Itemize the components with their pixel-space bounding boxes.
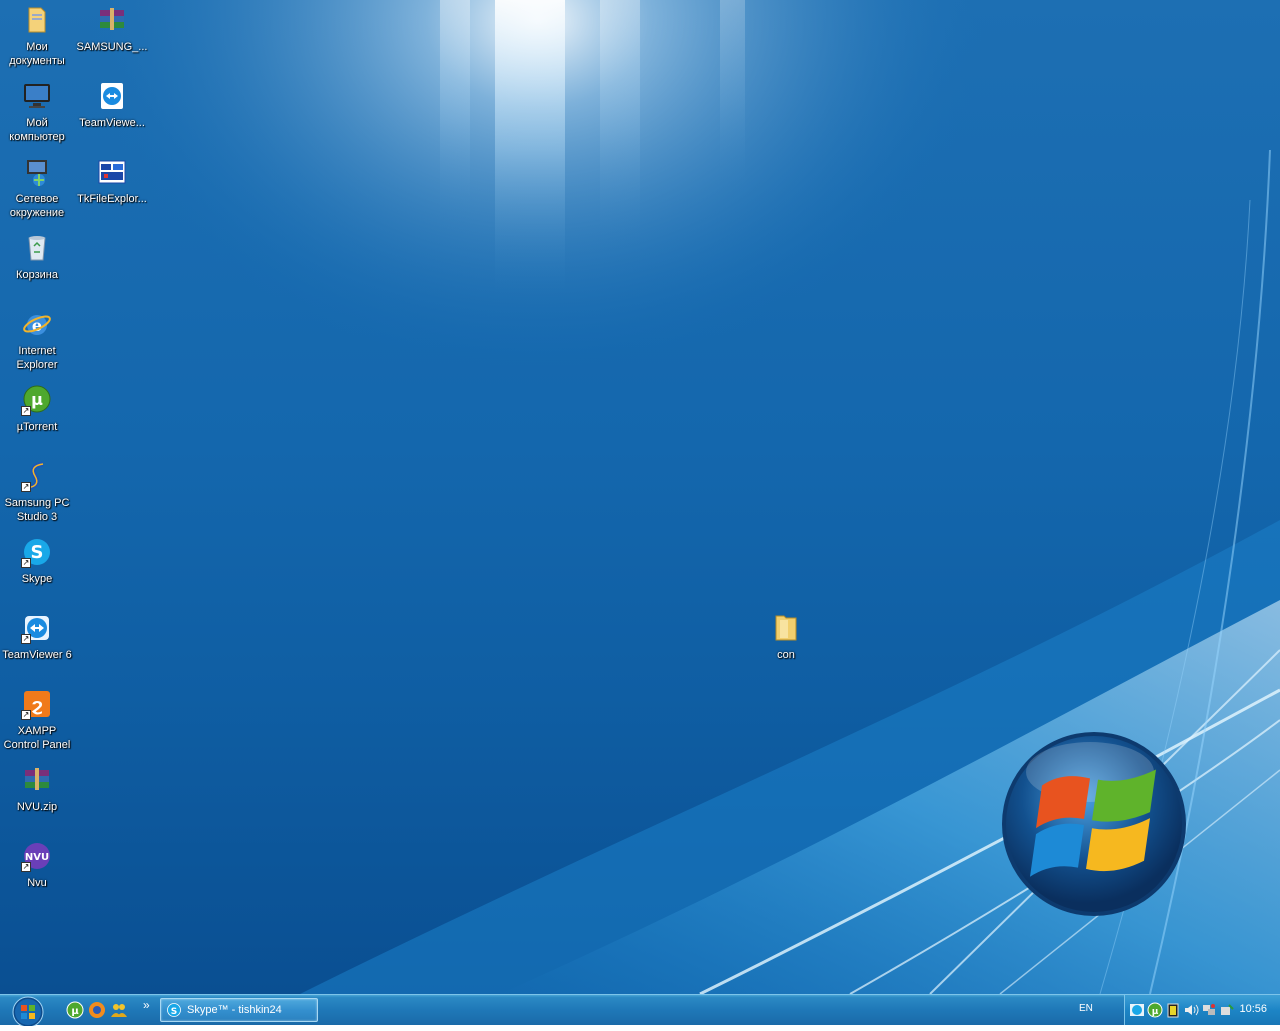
desktop-icon-label: Nvu	[27, 877, 47, 889]
taskbar-item-label: Skype™ - tishkin24	[187, 1004, 282, 1016]
desktop-icon-internet-explorer[interactable]: e Internet Explorer	[0, 308, 75, 372]
desktop-icon-teamviewer-file[interactable]: TeamViewe...	[74, 80, 150, 130]
folder-documents-icon	[21, 4, 53, 36]
desktop-icon-label: Мой компьютер	[9, 117, 65, 143]
skype-icon: S ↗	[21, 536, 53, 568]
xampp-icon: ϩ ↗	[21, 688, 53, 720]
nvu-icon: NVU ↗	[21, 840, 53, 872]
skype-icon: S	[167, 1003, 181, 1017]
desktop-icon-recycle-bin[interactable]: Корзина	[0, 232, 75, 282]
teamviewer-icon: ↗	[21, 612, 53, 644]
system-tray: µ 10:56	[1124, 995, 1280, 1025]
shortcut-arrow-icon: ↗	[21, 634, 31, 644]
desktop-icon-label: Сетевое окружение	[9, 193, 65, 219]
desktop-icon-label: Мои документы	[9, 41, 65, 67]
shortcut-arrow-icon: ↗	[21, 862, 31, 872]
svg-text:µ: µ	[71, 1006, 79, 1017]
skype-tray-icon[interactable]	[1129, 1002, 1145, 1018]
winrar-archive-icon	[21, 764, 53, 796]
winrar-archive-icon	[96, 4, 128, 36]
desktop-icon-label: TkFileExplor...	[77, 193, 147, 205]
desktop-icon-network[interactable]: Сетевое окружение	[0, 156, 75, 220]
firefox-icon[interactable]	[88, 1001, 106, 1019]
desktop-icon-my-documents[interactable]: Мои документы	[0, 4, 75, 68]
desktop-icon-samsung-pc-studio[interactable]: ↗ Samsung PC Studio 3	[0, 460, 75, 524]
desktop-icon-my-computer[interactable]: Мой компьютер	[0, 80, 75, 144]
utorrent-icon: µ ↗	[21, 384, 53, 416]
taskbar-item-skype[interactable]: S Skype™ - tishkin24	[160, 998, 318, 1022]
desktop-icon-label: Корзина	[16, 269, 58, 281]
desktop-icon-samsung-archive[interactable]: SAMSUNG_...	[74, 4, 150, 54]
folder-icon	[770, 612, 802, 644]
svg-text:µ: µ	[1152, 1007, 1159, 1017]
desktop-icon-con-folder[interactable]: con	[748, 612, 824, 662]
desktop-icon-label: Skype	[21, 573, 53, 585]
shortcut-arrow-icon: ↗	[21, 710, 31, 720]
desktop-icon-label: Samsung PC Studio 3	[4, 497, 70, 523]
desktop-icon-xampp[interactable]: ϩ ↗ XAMPP Control Panel	[0, 688, 75, 752]
desktop-icon-label: XAMPP Control Panel	[3, 725, 71, 751]
desktop-icon-teamviewer6[interactable]: ↗ TeamViewer 6	[0, 612, 75, 662]
desktop-icon-label: TeamViewer 6	[2, 649, 72, 661]
quick-launch-chevron[interactable]: »	[143, 998, 150, 1012]
wallpaper	[0, 0, 1280, 994]
teamviewer-icon	[96, 80, 128, 112]
volume-icon[interactable]	[1183, 1002, 1199, 1018]
desktop-icon-nvu[interactable]: NVU ↗ Nvu	[0, 840, 75, 890]
desktop-icon-tkfileexplorer[interactable]: TkFileExplor...	[74, 156, 150, 206]
users-icon[interactable]	[110, 1001, 128, 1019]
desktop-icon-label: TeamViewe...	[79, 117, 145, 129]
start-orb-icon	[12, 996, 44, 1028]
tk-explorer-icon	[96, 156, 128, 188]
start-button[interactable]	[8, 996, 48, 1028]
language-indicator[interactable]: EN	[1079, 1003, 1093, 1014]
safely-remove-icon[interactable]	[1219, 1002, 1235, 1018]
desktop-icon-label: Internet Explorer	[16, 345, 58, 371]
desktop-icon-label: NVU.zip	[16, 801, 58, 813]
desktop-icon-label: µTorrent	[16, 421, 58, 433]
svg-text:ϩ: ϩ	[31, 695, 43, 716]
desktop-icon-label: con	[777, 649, 795, 661]
windows-logo-orb	[1002, 732, 1186, 916]
utorrent-icon[interactable]: µ	[66, 1001, 84, 1019]
desktop-icon-skype[interactable]: S ↗ Skype	[0, 536, 75, 586]
svg-text:S: S	[31, 542, 44, 563]
battery-icon[interactable]	[1165, 1002, 1181, 1018]
ie-icon: e	[21, 308, 53, 340]
samsung-studio-icon: ↗	[21, 460, 53, 492]
clock[interactable]: 10:56	[1239, 1003, 1267, 1015]
desktop-icon-nvu-zip[interactable]: NVU.zip	[0, 764, 75, 814]
quick-launch: µ	[66, 999, 128, 1021]
shortcut-arrow-icon: ↗	[21, 406, 31, 416]
shortcut-arrow-icon: ↗	[21, 558, 31, 568]
svg-text:S: S	[171, 1007, 177, 1017]
svg-text:µ: µ	[31, 390, 43, 409]
network-tray-icon[interactable]	[1201, 1002, 1217, 1018]
shortcut-arrow-icon: ↗	[21, 482, 31, 492]
network-icon	[21, 156, 53, 188]
recycle-bin-icon	[21, 232, 53, 264]
desktop-icon-utorrent[interactable]: µ ↗ µTorrent	[0, 384, 75, 434]
monitor-icon	[21, 80, 53, 112]
utorrent-tray-icon[interactable]: µ	[1147, 1002, 1163, 1018]
desktop-icon-label: SAMSUNG_...	[76, 41, 148, 53]
desktop[interactable]: Мои документы SAMSUNG_... Мой компьютер …	[0, 0, 1280, 994]
taskbar: µ » S Skype™ - tishkin24 EN µ 10:56	[0, 994, 1280, 1028]
